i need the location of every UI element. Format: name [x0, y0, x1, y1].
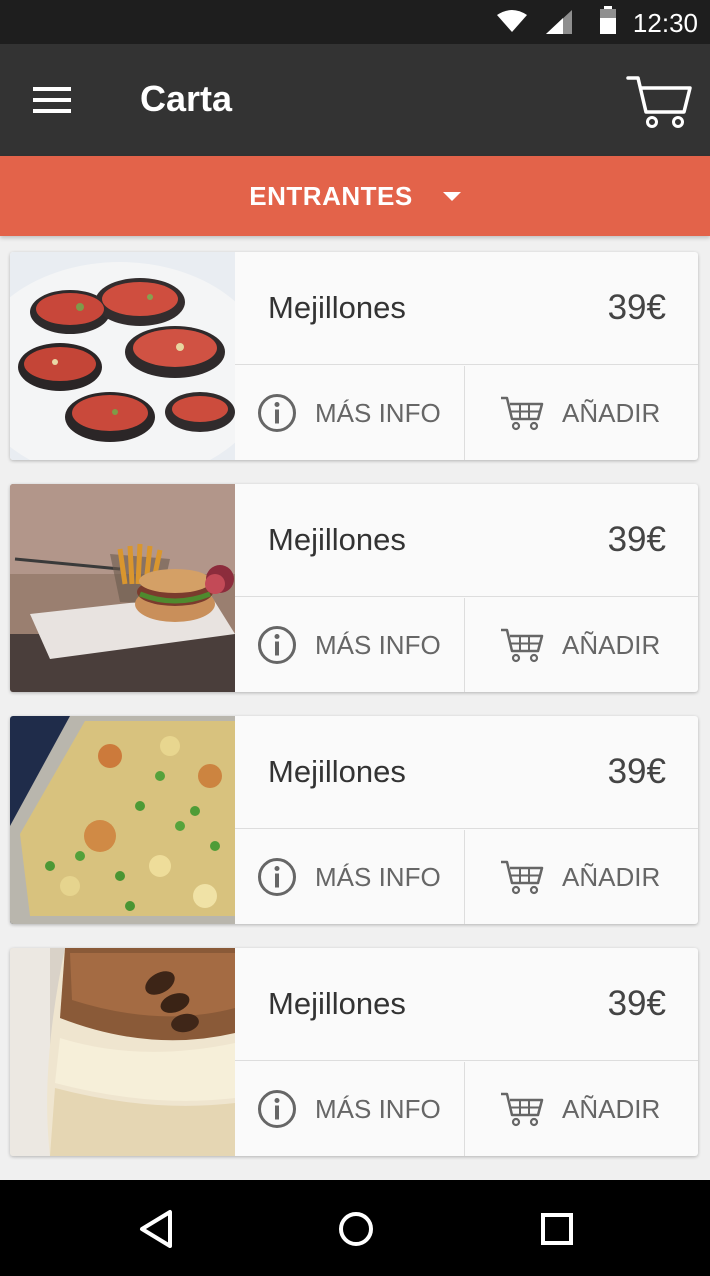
more-info-label: MÁS INFO	[315, 1093, 441, 1124]
more-info-button[interactable]: MÁS INFO	[235, 598, 465, 692]
add-to-cart-icon	[501, 628, 544, 663]
product-list: Mejillones 39€ MÁS INFO AÑADIR Mejillone…	[10, 252, 698, 1180]
product-details: Mejillones 39€ MÁS INFO AÑADIR	[235, 252, 698, 460]
product-details: Mejillones 39€ MÁS INFO AÑADIR	[235, 484, 698, 692]
info-icon	[258, 1090, 296, 1128]
product-header[interactable]: Mejillones 39€	[235, 716, 698, 829]
status-bar: 12:30	[0, 0, 710, 44]
menu-button[interactable]	[24, 74, 80, 126]
add-to-cart-icon	[501, 860, 544, 895]
signal-icon	[546, 10, 572, 34]
product-image-tiramisu	[10, 948, 235, 1156]
info-icon	[258, 858, 296, 896]
info-icon	[258, 626, 296, 664]
add-to-cart-button[interactable]: AÑADIR	[466, 1062, 698, 1156]
add-to-cart-button[interactable]: AÑADIR	[466, 366, 698, 460]
navigation-bar	[0, 1180, 710, 1276]
wifi-icon	[497, 10, 527, 32]
home-icon[interactable]	[331, 1204, 381, 1254]
cart-icon	[626, 76, 692, 128]
product-header[interactable]: Mejillones 39€	[235, 484, 698, 597]
product-header[interactable]: Mejillones 39€	[235, 948, 698, 1061]
back-icon[interactable]	[132, 1204, 182, 1254]
add-to-cart-icon	[501, 1092, 544, 1127]
product-price: 39€	[607, 752, 666, 791]
product-price: 39€	[607, 288, 666, 327]
product-name: Mejillones	[268, 754, 406, 789]
product-name: Mejillones	[268, 986, 406, 1021]
app-bar: Carta	[0, 44, 710, 156]
info-icon	[258, 394, 296, 432]
product-details: Mejillones 39€ MÁS INFO AÑADIR	[235, 948, 698, 1156]
product-card: Mejillones 39€ MÁS INFO AÑADIR	[10, 484, 698, 692]
more-info-label: MÁS INFO	[315, 629, 441, 660]
add-to-cart-label: AÑADIR	[562, 629, 661, 660]
category-label: ENTRANTES	[249, 180, 413, 211]
product-image-burger	[10, 484, 235, 692]
product-card: Mejillones 39€ MÁS INFO AÑADIR	[10, 252, 698, 460]
status-time: 12:30	[632, 8, 698, 38]
product-card: Mejillones 39€ MÁS INFO AÑADIR	[10, 948, 698, 1156]
product-image-mussels	[10, 252, 235, 460]
product-name: Mejillones	[268, 522, 406, 557]
more-info-label: MÁS INFO	[315, 861, 441, 892]
add-to-cart-label: AÑADIR	[562, 1093, 661, 1124]
add-to-cart-icon	[501, 396, 544, 431]
add-to-cart-button[interactable]: AÑADIR	[466, 598, 698, 692]
chevron-down-icon	[442, 191, 461, 201]
menu-icon	[33, 87, 71, 113]
more-info-label: MÁS INFO	[315, 397, 441, 428]
product-card: Mejillones 39€ MÁS INFO AÑADIR	[10, 716, 698, 924]
product-details: Mejillones 39€ MÁS INFO AÑADIR	[235, 716, 698, 924]
more-info-button[interactable]: MÁS INFO	[235, 366, 465, 460]
add-to-cart-label: AÑADIR	[562, 861, 661, 892]
add-to-cart-label: AÑADIR	[562, 397, 661, 428]
product-price: 39€	[607, 520, 666, 559]
more-info-button[interactable]: MÁS INFO	[235, 830, 465, 924]
category-selector[interactable]: ENTRANTES	[0, 156, 710, 236]
more-info-button[interactable]: MÁS INFO	[235, 1062, 465, 1156]
page-title: Carta	[140, 78, 233, 119]
cart-button[interactable]	[626, 72, 694, 132]
battery-icon	[600, 6, 616, 34]
product-name: Mejillones	[268, 290, 406, 325]
add-to-cart-button[interactable]: AÑADIR	[466, 830, 698, 924]
product-image-potatoes-peas	[10, 716, 235, 924]
product-header[interactable]: Mejillones 39€	[235, 252, 698, 365]
product-price: 39€	[607, 984, 666, 1023]
recents-icon[interactable]	[532, 1204, 582, 1254]
